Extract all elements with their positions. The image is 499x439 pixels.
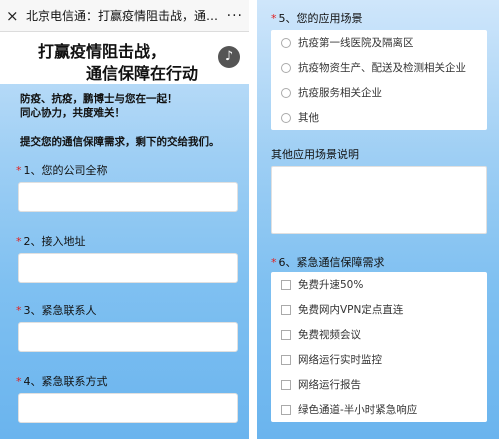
radio-option[interactable]: 抗疫服务相关企业 xyxy=(271,80,487,105)
checkbox-icon xyxy=(281,404,291,415)
more-icon[interactable]: ··· xyxy=(227,8,243,24)
question-text: 5、您的应用场景 xyxy=(278,12,363,25)
question-label-6: * 6、紧急通信保障需求 xyxy=(271,254,385,270)
slogan: 防疫、抗疫，鹏博士与您在一起！ 同心协力，共度难关！ xyxy=(20,92,178,120)
music-note-icon[interactable]: ♪ xyxy=(218,46,240,68)
checkbox-icon xyxy=(281,304,291,315)
banner-line-2: 通信保障在行动 xyxy=(86,64,199,83)
emergency-contact-input[interactable] xyxy=(18,322,238,352)
required-star: * xyxy=(16,304,22,317)
radio-circle-icon xyxy=(281,62,291,73)
slogan-line-1: 防疫、抗疫，鹏博士与您在一起！ xyxy=(20,93,178,105)
radio-option[interactable]: 抗疫物资生产、配送及检测相关企业 xyxy=(271,55,487,80)
question-text: 4、紧急联系方式 xyxy=(23,375,108,388)
radio-option[interactable]: 抗疫第一线医院及隔离区 xyxy=(271,30,487,55)
question-label-3: * 3、紧急联系人 xyxy=(16,302,97,318)
question-text: 1、您的公司全称 xyxy=(23,164,108,177)
other-scenario-textarea[interactable] xyxy=(271,166,487,234)
radio-option[interactable]: 其他 xyxy=(271,105,487,130)
company-name-input[interactable] xyxy=(18,182,238,212)
option-label: 网络运行报告 xyxy=(298,379,361,391)
question-label-2: * 2、接入地址 xyxy=(16,233,86,249)
close-icon[interactable]: × xyxy=(6,7,22,25)
required-star: * xyxy=(16,164,22,177)
checkbox-option[interactable]: 绿色通道-半小时紧急响应 xyxy=(271,397,487,422)
required-star: * xyxy=(16,375,22,388)
page-title: 北京电信通：打赢疫情阻击战，通信保... xyxy=(26,9,227,23)
option-label: 其他 xyxy=(298,112,319,124)
required-star: * xyxy=(16,235,22,248)
question-label-1: * 1、您的公司全称 xyxy=(16,162,108,178)
intro-text: 提交您的通信保障需求，剩下的交给我们。 xyxy=(20,136,220,148)
required-star: * xyxy=(271,12,277,25)
checkbox-option[interactable]: 免费视频会议 xyxy=(271,322,487,347)
option-label: 免费网内VPN定点直连 xyxy=(298,304,404,316)
emergency-phone-input[interactable] xyxy=(18,393,238,423)
option-label: 抗疫第一线医院及隔离区 xyxy=(298,37,414,49)
required-star: * xyxy=(271,256,277,269)
other-scenario-label: 其他应用场景说明 xyxy=(271,148,359,161)
top-bar: × 北京电信通：打赢疫情阻击战，通信保... ··· xyxy=(0,0,249,32)
checkbox-option[interactable]: 免费网内VPN定点直连 xyxy=(271,297,487,322)
slogan-line-2: 同心协力，共度难关！ xyxy=(20,107,125,119)
checkbox-icon xyxy=(281,279,291,290)
support-options: 免费升速50% 免费网内VPN定点直连 免费视频会议 网络运行实时监控 网络运行… xyxy=(271,272,487,422)
question-text: 6、紧急通信保障需求 xyxy=(278,256,385,269)
radio-circle-icon xyxy=(281,112,291,123)
question-label-5: * 5、您的应用场景 xyxy=(271,10,363,26)
left-screen: × 北京电信通：打赢疫情阻击战，通信保... ··· 打赢疫情阻击战， 通信保障… xyxy=(0,0,249,439)
option-label: 免费升速50% xyxy=(298,279,364,291)
checkbox-option[interactable]: 网络运行报告 xyxy=(271,372,487,397)
scenario-options: 抗疫第一线医院及隔离区 抗疫物资生产、配送及检测相关企业 抗疫服务相关企业 其他 xyxy=(271,30,487,130)
radio-circle-icon xyxy=(281,87,291,98)
question-text: 3、紧急联系人 xyxy=(23,304,97,317)
option-label: 免费视频会议 xyxy=(298,329,361,341)
right-screen: * 5、您的应用场景 抗疫第一线医院及隔离区 抗疫物资生产、配送及检测相关企业 抗… xyxy=(257,0,499,439)
question-label-4: * 4、紧急联系方式 xyxy=(16,373,108,389)
option-label: 绿色通道-半小时紧急响应 xyxy=(298,404,418,416)
banner-line-1: 打赢疫情阻击战， xyxy=(38,42,167,61)
option-label: 抗疫物资生产、配送及检测相关企业 xyxy=(298,62,466,74)
question-text: 2、接入地址 xyxy=(23,235,86,248)
option-label: 网络运行实时监控 xyxy=(298,354,382,366)
checkbox-icon xyxy=(281,354,291,365)
option-label: 抗疫服务相关企业 xyxy=(298,87,382,99)
access-address-input[interactable] xyxy=(18,253,238,283)
banner: 打赢疫情阻击战， 通信保障在行动 ♪ xyxy=(0,32,249,84)
radio-circle-icon xyxy=(281,37,291,48)
checkbox-icon xyxy=(281,329,291,340)
checkbox-option[interactable]: 网络运行实时监控 xyxy=(271,347,487,372)
checkbox-option[interactable]: 免费升速50% xyxy=(271,272,487,297)
checkbox-icon xyxy=(281,379,291,390)
